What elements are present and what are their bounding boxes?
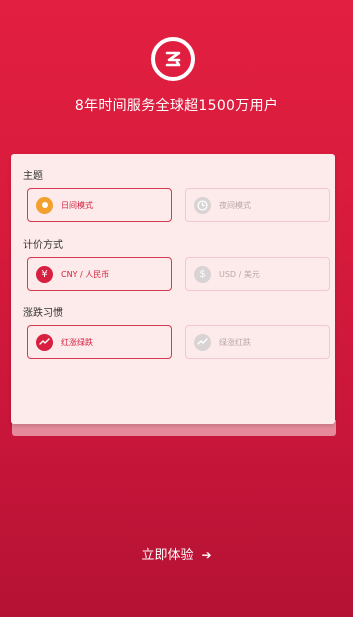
section-title-price-color: 涨跌习惯 <box>23 308 63 319</box>
tagline: 8年时间服务全球超1500万用户 <box>74 98 279 114</box>
option-cny[interactable]: ¥ CNY / 人民币 <box>27 257 172 291</box>
app-logo <box>151 37 195 81</box>
moon-icon <box>194 196 211 214</box>
option-night-mode[interactable]: 夜间模式 <box>185 188 330 222</box>
start-experience-button[interactable]: 立即体验 ➔ <box>0 544 353 563</box>
section-title-theme: 主题 <box>23 171 43 182</box>
sun-icon <box>36 196 53 214</box>
trend-up-icon <box>36 333 53 351</box>
z-logo-icon <box>165 51 181 67</box>
option-green-up[interactable]: 绿涨红跌 <box>185 325 330 359</box>
option-red-up[interactable]: 红涨绿跌 <box>27 325 172 359</box>
option-label: 日间模式 <box>61 200 93 210</box>
option-label: 绿涨红跌 <box>219 337 251 347</box>
option-label: 红涨绿跌 <box>61 337 93 347</box>
yuan-icon: ¥ <box>36 265 53 283</box>
cta-label: 立即体验 <box>141 548 194 563</box>
dollar-icon: $ <box>194 265 211 283</box>
option-label: USD / 美元 <box>219 269 260 279</box>
trend-up-icon <box>194 333 211 351</box>
settings-card: 主题 日间模式 夜间模式 计价方式 ¥ CNY / 人民币 $ USD / 美元… <box>11 154 335 424</box>
arrow-right-icon: ➔ <box>201 548 212 562</box>
option-label: 夜间模式 <box>219 200 251 210</box>
option-day-mode[interactable]: 日间模式 <box>27 188 172 222</box>
section-title-currency: 计价方式 <box>23 240 63 251</box>
option-usd[interactable]: $ USD / 美元 <box>185 257 330 291</box>
option-label: CNY / 人民币 <box>61 269 110 279</box>
